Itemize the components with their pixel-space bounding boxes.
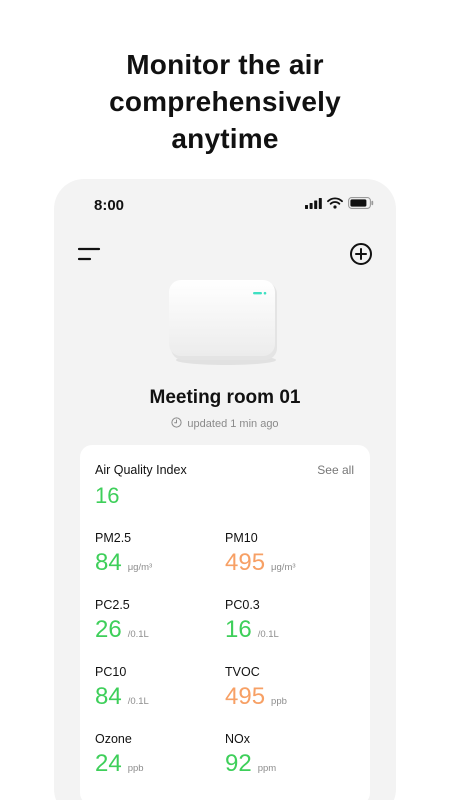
metric-nox: NOx 92 ppm [225, 732, 355, 778]
signal-icon [305, 196, 322, 214]
metric-label: PM10 [225, 531, 258, 545]
metric-pc10: PC10 84 /0.1L [95, 665, 225, 711]
aqi-label: Air Quality Index [95, 463, 187, 477]
metric-value: 495 [225, 683, 266, 710]
metric-label: PC2.5 [95, 598, 130, 612]
metric-value: 84 [95, 549, 122, 576]
metric-pc03: PC0.3 16 /0.1L [225, 598, 355, 644]
metric-value: 24 [95, 750, 122, 777]
air-monitor-device-image [167, 278, 281, 366]
add-device-button[interactable] [348, 241, 374, 267]
metric-value: 495 [225, 549, 266, 576]
status-time: 8:00 [94, 197, 125, 214]
menu-icon [76, 247, 102, 269]
metric-value: 84 [95, 683, 122, 710]
metric-label: PC0.3 [225, 598, 260, 612]
update-status: updated 1 min ago [54, 417, 396, 431]
metric-unit: /0.1L [257, 629, 279, 640]
metric-pm10: PM10 495 μg/m³ [225, 531, 355, 577]
aqi-value: 16 [95, 483, 120, 508]
metric-label: PM2.5 [95, 531, 132, 545]
phone-frame: 8:00 Meeting room 01 updated 1 min ago A… [54, 179, 396, 800]
status-bar: 8:00 [54, 179, 396, 231]
headline: Monitor the air comprehensively anytime [0, 46, 450, 157]
metric-unit: /0.1L [127, 696, 149, 707]
device-name: Meeting room 01 [149, 387, 301, 408]
metric-label: TVOC [225, 665, 260, 679]
headline-line-2: comprehensively [109, 86, 341, 117]
metric-label: Ozone [95, 732, 132, 746]
add-circle-icon [348, 243, 374, 271]
metric-label: PC10 [95, 665, 127, 679]
metric-label: NOx [225, 732, 250, 746]
updated-text: updated 1 min ago [187, 418, 279, 430]
metric-value: 26 [95, 616, 122, 643]
metric-ozone: Ozone 24 ppb [95, 732, 225, 778]
metric-unit: ppm [257, 763, 277, 774]
metric-unit: /0.1L [127, 629, 149, 640]
metric-unit: ppb [127, 763, 144, 774]
status-icons [305, 196, 374, 214]
metric-unit: μg/m³ [271, 562, 296, 573]
metric-tvoc: TVOC 495 ppb [225, 665, 355, 711]
wifi-icon [327, 196, 343, 214]
metric-value: 16 [225, 616, 252, 643]
metric-value: 92 [225, 750, 252, 777]
metric-pc25: PC2.5 26 /0.1L [95, 598, 225, 644]
clock-icon [171, 417, 183, 431]
metric-unit: ppb [271, 696, 287, 707]
menu-button[interactable] [76, 243, 102, 265]
battery-icon [348, 196, 374, 214]
headline-line-1: Monitor the air [126, 49, 324, 80]
see-all-link[interactable]: See all [317, 463, 354, 477]
air-quality-card: Air Quality Index See all 16 PM2.5 84 μg… [80, 445, 370, 800]
metric-unit: μg/m³ [127, 562, 153, 573]
metric-pm25: PM2.5 84 μg/m³ [95, 531, 225, 577]
headline-line-3: anytime [171, 123, 279, 154]
